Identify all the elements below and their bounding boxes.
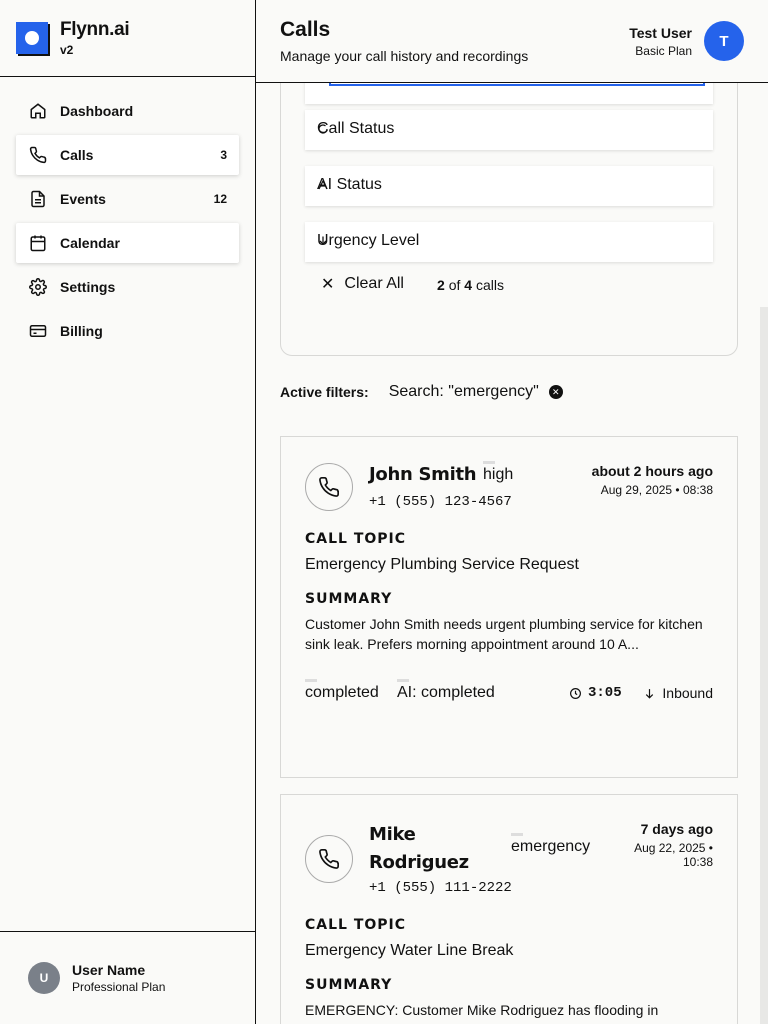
filter-panel: Call Status AI Status Urgency Level ✕ Cl… [280, 83, 738, 356]
topic-heading: CALL TOPIC [305, 917, 407, 933]
sidebar-item-label: Calendar [60, 235, 120, 251]
scrollbar[interactable] [760, 307, 768, 1024]
caller-name: Mike Rodriguez [369, 824, 469, 873]
call-card[interactable]: Mike Rodriguez emergency +1 (555) 111-22… [280, 794, 738, 1024]
call-card[interactable]: John Smith high +1 (555) 123-4567 about … [280, 436, 738, 778]
sidebar-item-billing[interactable]: Billing [16, 311, 239, 351]
urgency-badge: emergency [511, 833, 591, 855]
call-duration: 3:05 [569, 685, 622, 701]
clock-icon [570, 687, 581, 699]
summary-heading: SUMMARY [305, 591, 393, 607]
sidebar-item-label: Settings [60, 279, 116, 295]
call-status-select[interactable]: Call Status [305, 110, 713, 150]
avatar: T [704, 21, 744, 61]
brand[interactable]: Flynn.ai v2 [0, 0, 255, 77]
time-ago: about 2 hours ago [591, 463, 713, 479]
calendar-icon [28, 233, 48, 253]
header-user-menu[interactable]: Test User Basic Plan T [629, 21, 744, 61]
ai-status-label: AI Status [317, 176, 382, 193]
sidebar-item-settings[interactable]: Settings [16, 267, 239, 307]
caller-phone: +1 (555) 123-4567 [369, 494, 512, 510]
sidebar-item-count: 12 [213, 192, 227, 206]
summary-heading: SUMMARY [305, 977, 393, 993]
credit-card-icon [28, 321, 48, 341]
call-direction: Inbound [643, 685, 713, 701]
user-name: User Name [72, 962, 146, 978]
sidebar-item-label: Billing [60, 323, 103, 339]
header-user-name: Test User [629, 24, 692, 41]
clear-all-label: Clear All [344, 275, 404, 292]
call-time: 7 days ago Aug 22, 2025 • 10:38 [634, 821, 713, 869]
sidebar-nav: Dashboard Calls 3 Events 12 Calendar Set… [0, 77, 255, 369]
active-filters-label: Active filters: [280, 384, 369, 400]
filter-chip-label: Search: "emergency" [388, 383, 539, 400]
topic-heading: CALL TOPIC [305, 531, 407, 547]
call-summary: Customer John Smith needs urgent plumbin… [305, 616, 703, 652]
call-summary: EMERGENCY: Customer Mike Rodriguez has f… [305, 1002, 659, 1018]
sidebar-user[interactable]: U User Name Professional Plan [0, 931, 255, 1024]
call-topic: Emergency Plumbing Service Request [305, 556, 579, 573]
ai-status-badge: AI: completed [397, 679, 495, 701]
call-status-badge: completed [305, 679, 379, 701]
call-topic: Emergency Water Line Break [305, 942, 514, 959]
sidebar-item-dashboard[interactable]: Dashboard [16, 91, 239, 131]
urgency-label: Urgency Level [317, 232, 420, 249]
filter-chip: Search: "emergency" ✕ [389, 383, 563, 401]
phone-icon [28, 145, 48, 165]
close-icon: ✕ [321, 276, 335, 293]
caller-name: John Smith [369, 464, 477, 485]
brand-version: v2 [60, 43, 74, 57]
call-date: Aug 22, 2025 • 10:38 [634, 841, 713, 869]
header-user-plan: Basic Plan [635, 43, 692, 58]
urgency-select[interactable]: Urgency Level [305, 222, 713, 262]
ai-status-select[interactable]: AI Status [305, 166, 713, 206]
sidebar-item-calendar[interactable]: Calendar [16, 223, 239, 263]
search-row [305, 83, 713, 104]
call-date: Aug 29, 2025 • 08:38 [600, 483, 713, 497]
sidebar-item-calls[interactable]: Calls 3 [16, 135, 239, 175]
main-content: Call Status AI Status Urgency Level ✕ Cl… [256, 83, 768, 1024]
sidebar-item-label: Dashboard [60, 103, 134, 119]
brand-logo-icon [16, 22, 48, 54]
time-ago: 7 days ago [640, 821, 713, 837]
call-time: about 2 hours ago Aug 29, 2025 • 08:38 [592, 463, 713, 497]
phone-icon [305, 463, 353, 511]
active-filters: Active filters: Search: "emergency" ✕ [280, 383, 563, 401]
calls-count: 2 of 4 calls [437, 277, 504, 293]
home-icon [28, 101, 48, 121]
arrow-down-icon [646, 688, 654, 699]
sidebar: Flynn.ai v2 Dashboard Calls 3 Events 12 [0, 0, 256, 1024]
search-input[interactable] [329, 83, 705, 86]
document-icon [28, 189, 48, 209]
sidebar-item-label: Events [60, 191, 106, 207]
clear-all-button[interactable]: ✕ Clear All [321, 274, 404, 294]
brand-name: Flynn.ai [60, 19, 130, 40]
remove-filter-icon[interactable]: ✕ [548, 385, 563, 399]
sidebar-item-count: 3 [220, 148, 227, 162]
avatar: U [28, 962, 60, 994]
sidebar-item-label: Calls [60, 147, 94, 163]
sidebar-item-events[interactable]: Events 12 [16, 179, 239, 219]
urgency-badge: high [483, 461, 514, 483]
phone-icon [305, 835, 353, 883]
user-plan: Professional Plan [72, 980, 166, 994]
caller-phone: +1 (555) 111-2222 [369, 880, 512, 896]
call-status-label: Call Status [317, 120, 395, 137]
gear-icon [28, 277, 48, 297]
page-header: Calls Manage your call history and recor… [256, 0, 768, 83]
